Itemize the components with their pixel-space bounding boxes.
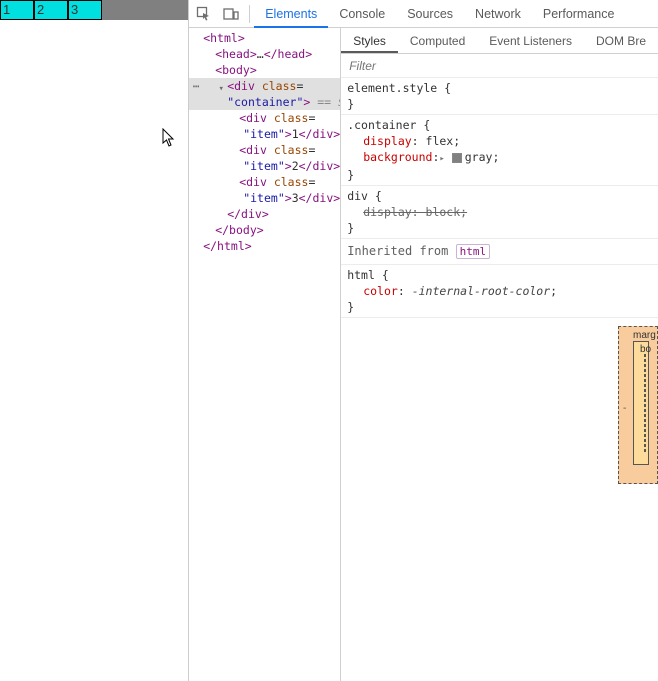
- dom-node[interactable]: <div class=: [189, 142, 340, 158]
- inspect-element-icon[interactable]: [189, 0, 217, 28]
- dom-tree-panel[interactable]: <html> <head>…</head> <body> ⋯ <div clas…: [189, 28, 341, 681]
- css-rules-list: element.style { } .container { display: …: [341, 78, 658, 318]
- flex-item[interactable]: 1: [0, 0, 34, 20]
- css-declaration-overridden[interactable]: display: block;: [347, 204, 652, 220]
- box-model-diagram[interactable]: marg bo -: [618, 326, 658, 484]
- dom-node[interactable]: <body>: [189, 62, 340, 78]
- dom-node-selected-cont[interactable]: "container"> == $0: [189, 94, 340, 110]
- flex-item[interactable]: 2: [34, 0, 68, 20]
- styles-panel: Styles Computed Event Listeners DOM Bre …: [341, 28, 658, 681]
- tab-elements[interactable]: Elements: [254, 0, 328, 28]
- dom-node-cont[interactable]: "item">2</div>: [189, 158, 340, 174]
- flex-item[interactable]: 3: [68, 0, 102, 20]
- box-model-margin-label: marg: [633, 330, 656, 341]
- color-swatch[interactable]: [452, 153, 462, 163]
- inherited-from-link[interactable]: html: [456, 244, 491, 259]
- dom-node[interactable]: <div class=: [189, 174, 340, 190]
- expand-shorthand-icon[interactable]: ▸: [439, 154, 444, 164]
- dom-node[interactable]: </html>: [189, 238, 340, 254]
- dom-node[interactable]: <html>: [189, 30, 340, 46]
- styles-filter-input[interactable]: [341, 54, 658, 77]
- dom-node[interactable]: <div class=: [189, 110, 340, 126]
- mouse-cursor-icon: [162, 128, 176, 148]
- css-declaration[interactable]: display: flex;: [347, 133, 652, 149]
- tab-event-listeners[interactable]: Event Listeners: [477, 28, 584, 53]
- divider: [249, 5, 250, 23]
- tab-dom-breakpoints[interactable]: DOM Bre: [584, 28, 658, 53]
- dom-node-cont[interactable]: "item">1</div>: [189, 126, 340, 142]
- tab-network[interactable]: Network: [464, 0, 532, 28]
- css-declaration[interactable]: background:▸ gray;: [347, 149, 652, 167]
- inherited-from-separator: Inherited from html: [341, 239, 658, 265]
- box-model-value: -: [623, 403, 626, 414]
- dom-node[interactable]: </body>: [189, 222, 340, 238]
- styles-tabs: Styles Computed Event Listeners DOM Bre: [341, 28, 658, 54]
- styles-filter-row: [341, 54, 658, 78]
- devtools-toolbar: Elements Console Sources Network Perform…: [189, 0, 658, 28]
- dom-node[interactable]: <head>…</head>: [189, 46, 340, 62]
- tab-styles[interactable]: Styles: [341, 28, 398, 53]
- devtools-panel: Elements Console Sources Network Perform…: [189, 0, 658, 681]
- css-rule-element-style[interactable]: element.style { }: [341, 78, 658, 115]
- css-rule-container[interactable]: .container { display: flex; background:▸…: [341, 115, 658, 186]
- device-toolbar-icon[interactable]: [217, 0, 245, 28]
- tab-sources[interactable]: Sources: [396, 0, 464, 28]
- css-rule-div[interactable]: div { display: block; }: [341, 186, 658, 239]
- css-rule-html[interactable]: html { color: -internal-root-color; }: [341, 265, 658, 318]
- dom-node-selected[interactable]: ⋯ <div class=: [189, 78, 340, 94]
- css-declaration[interactable]: color: -internal-root-color;: [347, 283, 652, 299]
- rendered-page-pane: 1 2 3: [0, 0, 189, 681]
- flex-container[interactable]: 1 2 3: [0, 0, 188, 20]
- tab-computed[interactable]: Computed: [398, 28, 477, 53]
- dom-node-cont[interactable]: "item">3</div>: [189, 190, 340, 206]
- dom-node[interactable]: </div>: [189, 206, 340, 222]
- tab-console[interactable]: Console: [328, 0, 396, 28]
- tab-performance[interactable]: Performance: [532, 0, 626, 28]
- ellipsis-gutter[interactable]: ⋯: [189, 78, 203, 94]
